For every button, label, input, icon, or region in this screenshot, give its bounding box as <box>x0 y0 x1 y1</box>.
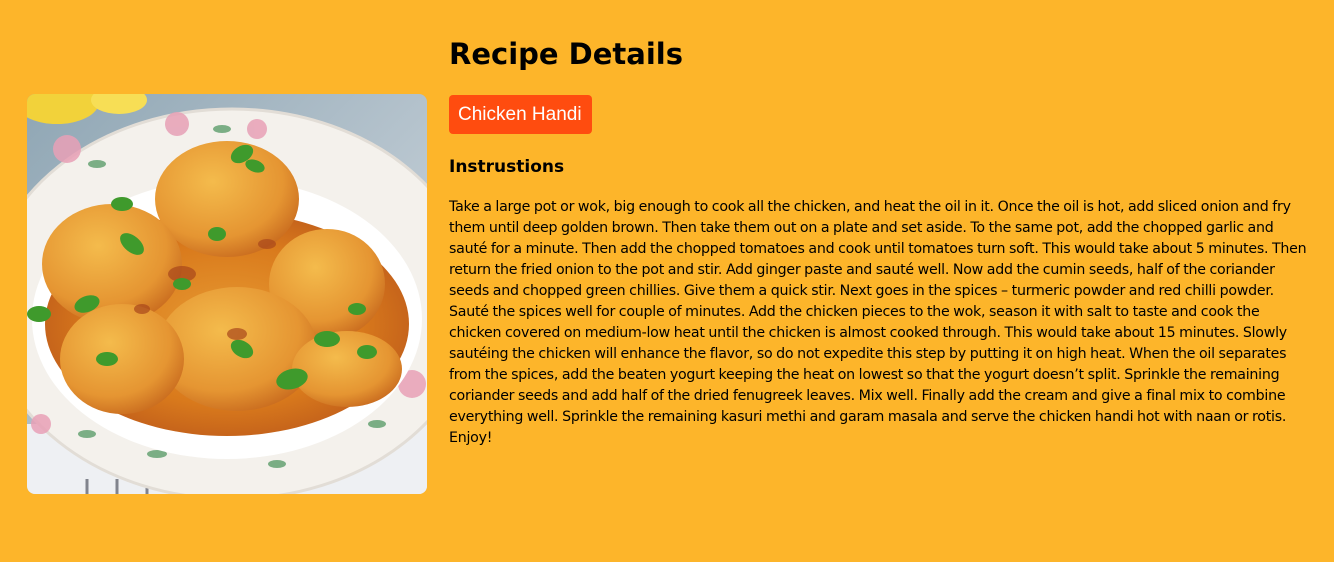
recipe-details: Recipe Details Chicken Handi Instrustion… <box>449 34 1311 449</box>
instructions-heading: Instrustions <box>449 157 565 177</box>
instructions-text: Take a large pot or wok, big enough to c… <box>449 199 1307 446</box>
chicken-handi-image <box>27 94 427 494</box>
recipe-photo <box>27 94 427 494</box>
recipe-name-badge[interactable]: Chicken Handi <box>449 95 592 134</box>
page-title: Recipe Details <box>449 37 683 71</box>
